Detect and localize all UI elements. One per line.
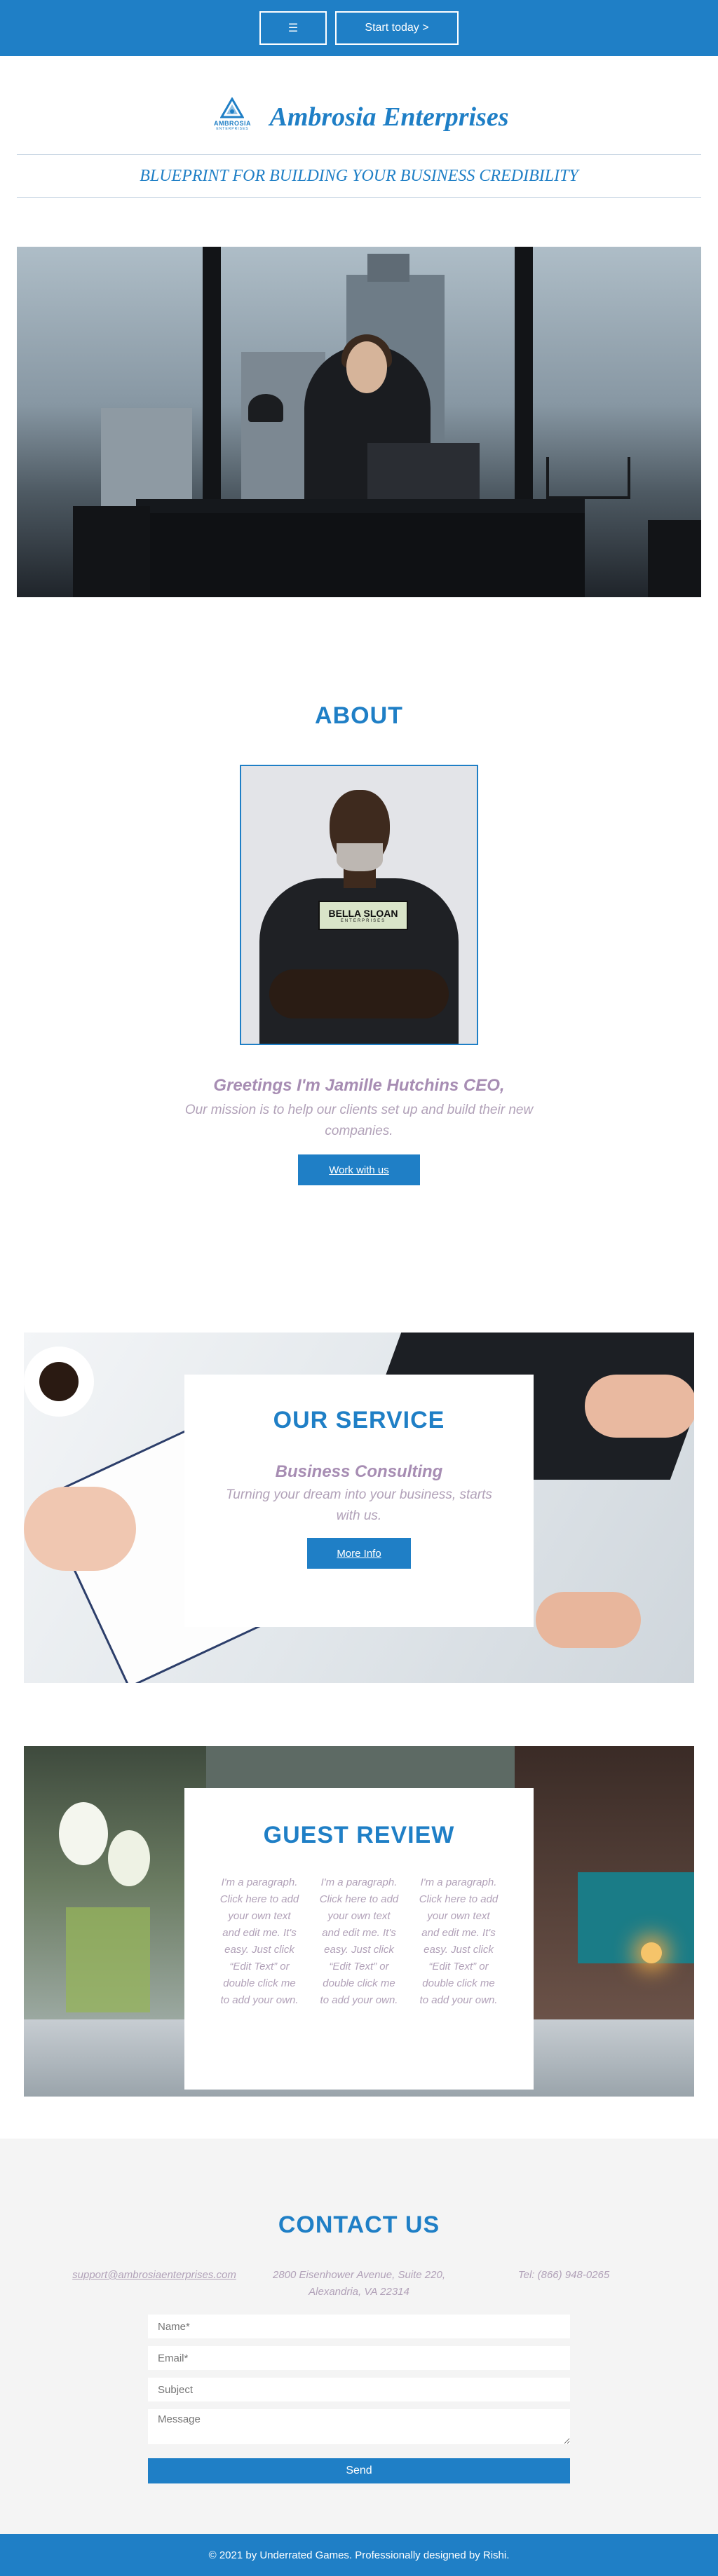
review-paragraph[interactable]: I'm a paragraph. Click here to add your … xyxy=(219,1874,300,2009)
review-title: GUEST REVIEW xyxy=(263,1822,455,1848)
message-field[interactable] xyxy=(148,2409,570,2444)
review-columns: I'm a paragraph. Click here to add your … xyxy=(184,1874,534,2009)
email-link[interactable]: support@ambrosiaenterprises.com xyxy=(66,2267,243,2301)
top-bar: ☰ Start today > xyxy=(0,0,718,56)
subject-field[interactable] xyxy=(148,2378,570,2401)
ceo-photo: BELLA SLOAN ENTERPRISES xyxy=(240,765,478,1045)
contact-form: Send xyxy=(148,2315,570,2483)
mission-text: Our mission is to help our clients set u… xyxy=(184,1103,534,1138)
phone-text: Tel: (866) 948-0265 xyxy=(517,2269,610,2281)
hand xyxy=(585,1375,694,1438)
building xyxy=(101,408,192,513)
about-section: ABOUT BELLA SLOAN ENTERPRISES Greetings … xyxy=(0,597,718,1185)
divider xyxy=(17,197,701,198)
tagline: BLUEPRINT FOR BUILDING YOUR BUSINESS CRE… xyxy=(140,166,578,185)
chair xyxy=(648,520,701,597)
service-card: OUR SERVICE Business Consulting Turning … xyxy=(184,1375,534,1627)
shirt-logo-sub: ENTERPRISES xyxy=(340,919,386,923)
hero-image-office xyxy=(17,247,701,597)
shirt-logo: BELLA SLOAN ENTERPRISES xyxy=(318,901,408,930)
service-section: OUR SERVICE Business Consulting Turning … xyxy=(24,1333,694,1683)
review-paragraph[interactable]: I'm a paragraph. Click here to add your … xyxy=(318,1874,400,2009)
company-logo[interactable]: AMBROSIA ENTERPRISES xyxy=(209,97,255,137)
about-title: ABOUT xyxy=(315,702,403,729)
face xyxy=(346,341,387,393)
brand-header: AMBROSIA ENTERPRISES Ambrosia Enterprise… xyxy=(0,80,718,154)
triangle-logo-icon xyxy=(220,97,245,118)
beard xyxy=(337,843,383,871)
hand xyxy=(536,1592,641,1648)
logo-subtext: ENTERPRISES xyxy=(216,127,249,131)
contact-section: CONTACT US support@ambrosiaenterprises.c… xyxy=(0,2139,718,2534)
desk-top xyxy=(136,499,585,513)
send-button[interactable]: Send xyxy=(148,2458,570,2483)
ceo-greeting: Greetings I'm Jamille Hutchins CEO, xyxy=(213,1076,505,1095)
crossed-arms xyxy=(269,969,449,1018)
address-text: 2800 Eisenhower Avenue, Suite 220, Alexa… xyxy=(272,2269,445,2298)
name-field[interactable] xyxy=(148,2315,570,2338)
start-today-button[interactable]: Start today > xyxy=(335,11,459,45)
service-text: Turning your dream into your business, s… xyxy=(226,1487,492,1523)
work-with-us-button[interactable]: Work with us xyxy=(298,1154,420,1185)
email-field[interactable] xyxy=(148,2346,570,2370)
menu-button[interactable]: ☰ xyxy=(259,11,327,45)
flower xyxy=(108,1830,150,1886)
document-tray xyxy=(546,457,630,499)
review-card: GUEST REVIEW I'm a paragraph. Click here… xyxy=(184,1788,534,2090)
contact-info: support@ambrosiaenterprises.com 2800 Eis… xyxy=(0,2267,718,2301)
hand xyxy=(24,1487,136,1571)
desk-body xyxy=(136,513,585,597)
more-info-button[interactable]: More Info xyxy=(307,1538,411,1569)
review-paragraph[interactable]: I'm a paragraph. Click here to add your … xyxy=(418,1874,499,2009)
flower xyxy=(59,1802,108,1865)
footer-text: © 2021 by Underrated Games. Professional… xyxy=(208,2549,510,2561)
lamp-glow xyxy=(641,1942,662,1963)
footer: © 2021 by Underrated Games. Professional… xyxy=(0,2534,718,2576)
service-subtitle: Business Consulting xyxy=(275,1462,443,1481)
shirt-logo-main: BELLA SLOAN xyxy=(328,908,398,919)
contact-title: CONTACT US xyxy=(278,2212,440,2238)
laptop xyxy=(367,443,480,506)
chair xyxy=(73,506,150,597)
desk-lamp xyxy=(248,394,283,422)
coffee-cup xyxy=(24,1347,94,1417)
logo-text: AMBROSIA xyxy=(213,120,251,127)
company-name[interactable]: Ambrosia Enterprises xyxy=(269,102,508,132)
pool xyxy=(578,1872,694,1963)
vase xyxy=(66,1907,150,2012)
review-section: GUEST REVIEW I'm a paragraph. Click here… xyxy=(24,1746,694,2097)
service-title: OUR SERVICE xyxy=(273,1407,445,1433)
